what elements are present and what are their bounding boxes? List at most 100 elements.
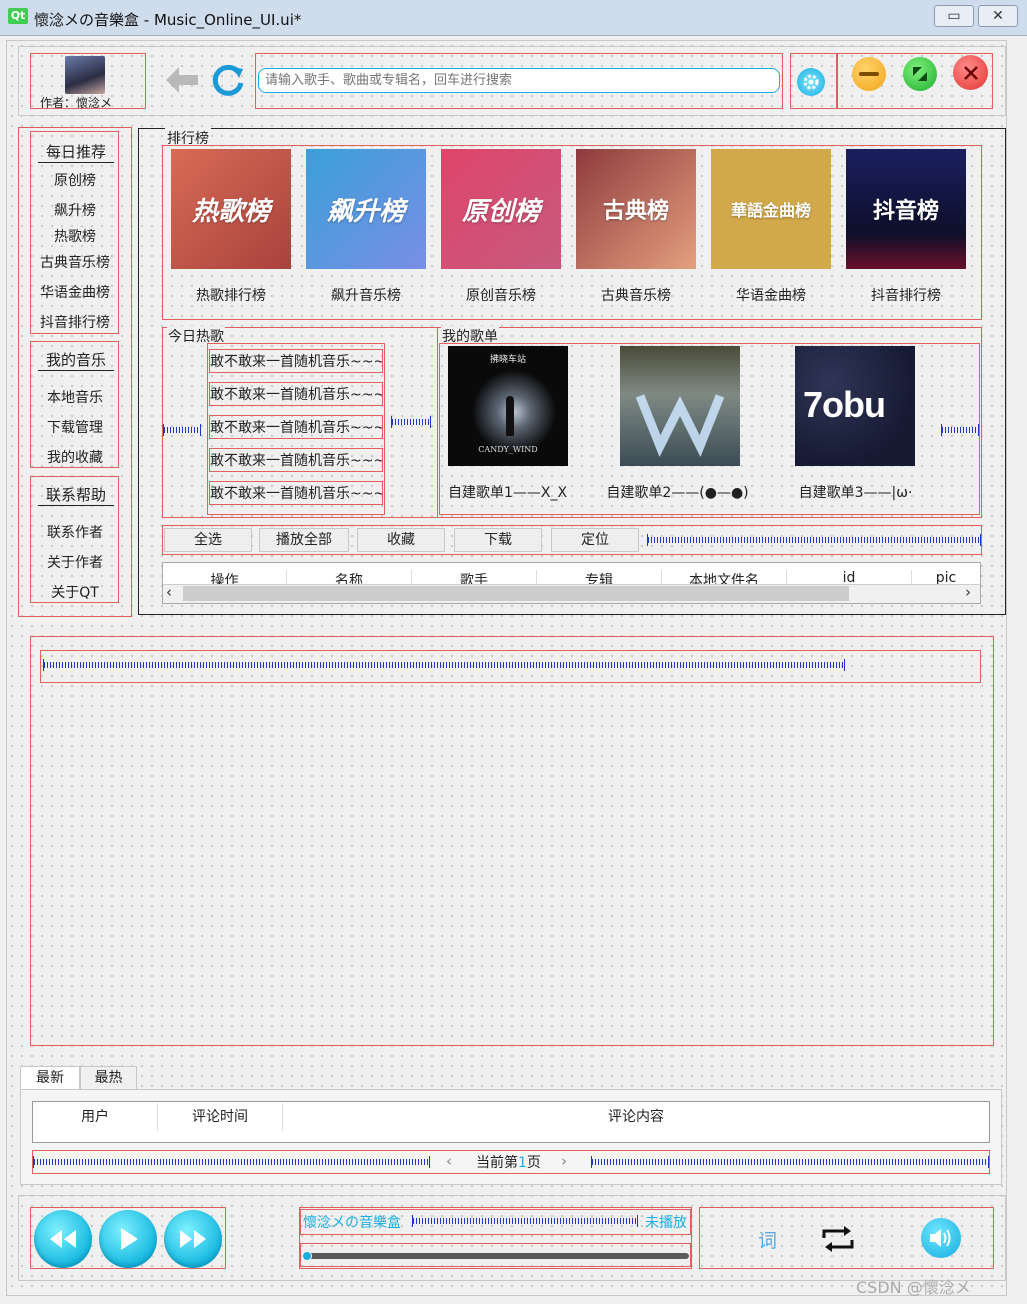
playlist-cover-1[interactable]: 拂晓车站 CANDY_WIND: [448, 346, 568, 466]
play-all-button[interactable]: 播放全部: [259, 528, 349, 552]
spacer: [43, 659, 845, 671]
scroll-right-icon[interactable]: ›: [965, 583, 971, 601]
playlist-label-3: 自建歌单3——|ω·: [798, 485, 913, 501]
table-header-action[interactable]: 操作: [163, 570, 287, 584]
rank-label-hot: 热歌排行榜: [196, 288, 266, 304]
sidebar-item-local[interactable]: 本地音乐: [25, 387, 125, 407]
refresh-icon[interactable]: [209, 61, 247, 99]
tab-latest[interactable]: 最新: [20, 1066, 80, 1090]
maximize-icon[interactable]: [903, 57, 937, 91]
progress-handle[interactable]: [302, 1251, 312, 1261]
playlist-label-1: 自建歌单1——X_X: [447, 485, 568, 501]
sidebar-item-about-qt[interactable]: 关于QT: [25, 582, 125, 602]
sidebar-heading-help: 联系帮助: [38, 484, 114, 506]
spacer: [591, 1156, 989, 1168]
playlist-cover-2[interactable]: [620, 346, 740, 466]
cover-text: 拂晓车站: [489, 355, 526, 365]
tab-hottest[interactable]: 最热: [80, 1066, 137, 1090]
rank-label-rising: 飙升音乐榜: [331, 288, 401, 304]
progress-track[interactable]: [303, 1253, 689, 1259]
cover-text: CANDY_WIND: [478, 445, 538, 454]
sidebar-item-original[interactable]: 原创榜: [25, 170, 125, 190]
back-arrow-icon[interactable]: [163, 63, 201, 97]
play-button[interactable]: [99, 1210, 157, 1268]
rank-label-original: 原创音乐榜: [466, 288, 536, 304]
pager-page-number: 1: [518, 1155, 527, 1171]
spacer: [647, 534, 981, 546]
pager-label: 当前第1页: [476, 1152, 541, 1172]
sidebar-heading-daily: 每日推荐: [38, 141, 114, 163]
playlist-label-2: 自建歌单2——(●—●): [606, 485, 749, 501]
silhouette: [506, 396, 514, 436]
hot-song-item[interactable]: 敢不敢来一首随机音乐~~~: [209, 415, 383, 439]
favorite-button[interactable]: 收藏: [357, 528, 445, 552]
watermark: CSDN @懷淰メ: [856, 1278, 971, 1297]
pager-prev-icon[interactable]: ‹: [446, 1152, 452, 1170]
table-header-name[interactable]: 名称: [287, 570, 412, 584]
window-minimize-button[interactable]: ▭: [934, 5, 974, 27]
rank-label-classical: 古典音乐榜: [601, 288, 671, 304]
volume-button[interactable]: [921, 1218, 961, 1258]
rank-card-chinese-gold[interactable]: 華語金曲榜: [711, 149, 831, 269]
song-title: 懷淰メの音樂盒: [303, 1215, 401, 1231]
sidebar-item-contact[interactable]: 联系作者: [25, 522, 125, 542]
close-icon[interactable]: [953, 55, 988, 90]
next-icon: [180, 1230, 206, 1248]
spacer: [33, 1156, 430, 1168]
sidebar-item-chinese-gold[interactable]: 华语金曲榜: [25, 282, 125, 302]
table-header-album[interactable]: 专辑: [537, 570, 662, 584]
table-header-pic[interactable]: pic: [912, 570, 980, 584]
comment-header-time[interactable]: 评论时间: [158, 1103, 283, 1131]
sidebar-item-rising[interactable]: 飙升榜: [25, 200, 125, 220]
hot-song-item[interactable]: 敢不敢来一首随机音乐~~~: [209, 349, 383, 373]
download-button[interactable]: 下载: [454, 528, 542, 552]
window-close-button[interactable]: ✕: [978, 5, 1018, 27]
scrollbar-handle[interactable]: [183, 586, 849, 601]
avatar[interactable]: [65, 56, 105, 94]
previous-icon: [50, 1230, 76, 1248]
rank-card-rising[interactable]: 飙升榜: [306, 149, 426, 269]
rank-card-hot[interactable]: 热歌榜: [171, 149, 291, 269]
hot-song-item[interactable]: 敢不敢来一首随机音乐~~~: [209, 382, 383, 406]
rank-card-classical[interactable]: 古典榜: [576, 149, 696, 269]
rank-label-chinese-gold: 华语金曲榜: [736, 288, 806, 304]
pager-next-icon[interactable]: ›: [561, 1152, 567, 1170]
pager-suffix: 页: [526, 1155, 541, 1171]
hot-song-item[interactable]: 敢不敢来一首随机音乐~~~: [209, 481, 383, 505]
settings-gear-icon[interactable]: [797, 68, 825, 96]
comment-header-user[interactable]: 用户: [33, 1103, 158, 1131]
qt-logo-icon: Qt: [8, 8, 28, 24]
table-header-id[interactable]: id: [787, 570, 912, 584]
next-button[interactable]: [164, 1210, 222, 1268]
sidebar-item-about-author[interactable]: 关于作者: [25, 552, 125, 572]
table-header-artist[interactable]: 歌手: [412, 570, 537, 584]
sidebar-item-hot[interactable]: 热歌榜: [25, 226, 125, 246]
lyrics-button[interactable]: 词: [758, 1226, 777, 1253]
content-stack-area: [30, 636, 994, 1046]
window-title: 懷淰メの音樂盒 - Music_Online_UI.ui*: [34, 11, 302, 29]
rank-card-douyin[interactable]: 抖音榜: [846, 149, 966, 269]
spacer: [163, 424, 201, 436]
playlist-cover-3[interactable]: 7obu: [795, 346, 915, 466]
sidebar-item-douyin[interactable]: 抖音排行榜: [25, 312, 125, 332]
comment-header-content[interactable]: 评论内容: [283, 1103, 989, 1131]
author-label: 作者：懷淰メ: [40, 96, 113, 108]
sidebar-item-downloads[interactable]: 下载管理: [25, 417, 125, 437]
cover-text: 7obu: [803, 384, 886, 425]
locate-button[interactable]: 定位: [551, 528, 639, 552]
scroll-left-icon[interactable]: ‹: [166, 583, 172, 601]
rank-card-original[interactable]: 原创榜: [441, 149, 561, 269]
table-header-filename[interactable]: 本地文件名: [662, 570, 787, 584]
play-icon: [121, 1228, 138, 1250]
spacer: [391, 416, 431, 428]
previous-button[interactable]: [34, 1210, 92, 1268]
search-input[interactable]: [258, 68, 780, 93]
repeat-icon[interactable]: [818, 1224, 858, 1254]
minimize-icon[interactable]: [852, 57, 886, 91]
hot-song-item[interactable]: 敢不敢来一首随机音乐~~~: [209, 448, 383, 472]
sidebar-item-classical[interactable]: 古典音乐榜: [25, 252, 125, 272]
pager-prefix: 当前第: [476, 1155, 518, 1171]
sidebar-item-favorites[interactable]: 我的收藏: [25, 447, 125, 467]
spacer: [941, 424, 979, 436]
select-all-button[interactable]: 全选: [164, 528, 252, 552]
